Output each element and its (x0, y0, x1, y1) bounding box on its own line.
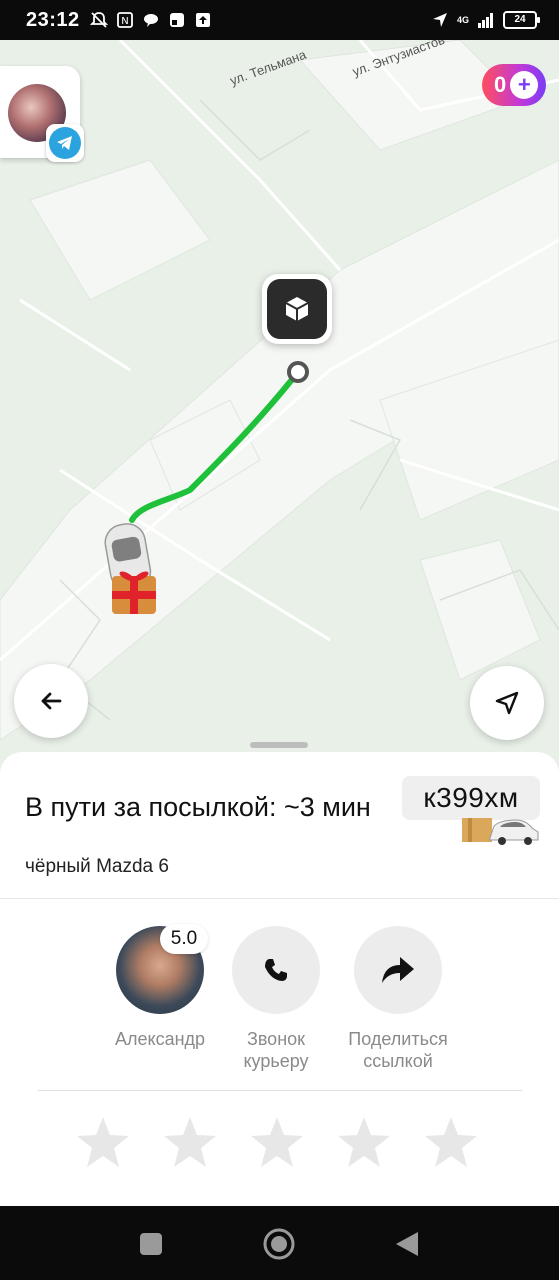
telegram-icon (57, 136, 72, 150)
system-nav-bar (0, 1206, 559, 1280)
home-circle-icon (263, 1228, 295, 1260)
star-3-icon[interactable] (248, 1114, 306, 1172)
home-button[interactable] (261, 1226, 297, 1262)
star-1-icon[interactable] (74, 1114, 132, 1172)
share-arrow-icon (382, 957, 414, 983)
triangle-back-icon (396, 1232, 418, 1256)
section-divider (0, 898, 559, 899)
star-4-icon[interactable] (335, 1114, 393, 1172)
star-5-icon[interactable] (422, 1114, 480, 1172)
plus-points-count: 0 (494, 72, 507, 97)
plus-points-badge[interactable]: 0 + (482, 64, 546, 106)
navigation-arrow-icon (495, 691, 519, 715)
route-line (129, 361, 309, 523)
call-courier-button[interactable]: Звонок курьеру (216, 926, 336, 1072)
phone-icon (265, 959, 287, 981)
arrow-left-icon (41, 692, 62, 710)
driver-rating: 5.0 (160, 924, 208, 954)
system-back-button[interactable] (389, 1226, 425, 1262)
driver-avatar: 5.0 (116, 924, 208, 1014)
share-link-label: Поделиться ссылкой (348, 1029, 448, 1071)
box-icon (285, 297, 309, 321)
recents-button[interactable] (133, 1226, 169, 1262)
pickup-pin[interactable] (262, 274, 332, 344)
plus-icon: + (510, 71, 539, 99)
star-2-icon[interactable] (161, 1114, 219, 1172)
call-courier-label: Звонок курьеру (243, 1029, 309, 1071)
rating-stars (74, 1114, 480, 1172)
square-icon (140, 1233, 162, 1255)
telegram-badge (46, 124, 84, 162)
locate-button[interactable] (470, 666, 544, 740)
back-button[interactable] (14, 664, 88, 738)
courier-car-marker (104, 523, 156, 614)
driver-profile[interactable]: 5.0 Александр (100, 924, 220, 1050)
share-link-button[interactable]: Поделиться ссылкой (334, 926, 462, 1072)
car-description: чёрный Mazda 6 (25, 856, 169, 877)
order-status-title: В пути за посылкой: ~3 мин (25, 792, 371, 822)
rating-divider (38, 1090, 522, 1091)
driver-name: Александр (114, 1029, 206, 1049)
sheet-handle[interactable] (250, 742, 308, 748)
delivery-car-image (462, 818, 539, 845)
